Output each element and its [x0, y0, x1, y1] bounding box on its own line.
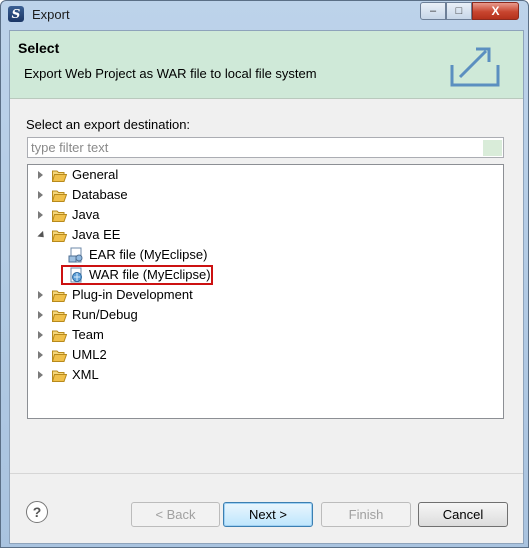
collapsed-arrow-icon[interactable] [38, 171, 43, 179]
tree-item[interactable]: Java EE [28, 225, 498, 245]
footer-divider [10, 473, 523, 474]
folder-icon [51, 168, 68, 182]
folder-icon [51, 288, 68, 302]
destination-tree[interactable]: General Database Java Java EE EAR file (MyEc… [27, 164, 504, 419]
tree-item[interactable]: Plug-in Development [28, 285, 498, 305]
tree-item[interactable]: XML [28, 365, 498, 385]
tree-item-label: Database [72, 187, 128, 202]
collapsed-arrow-icon[interactable] [38, 291, 43, 299]
collapsed-arrow-icon[interactable] [38, 371, 43, 379]
tree-item-label: Java EE [72, 227, 121, 242]
finish-button[interactable]: Finish [321, 502, 411, 527]
folder-icon [51, 208, 68, 222]
destination-label: Select an export destination: [26, 117, 191, 132]
tree-item[interactable]: Java [28, 205, 498, 225]
tree-item-label: Java [72, 207, 100, 222]
tree-item-label: Team [72, 327, 104, 342]
close-button[interactable]: X [472, 2, 519, 20]
collapsed-arrow-icon[interactable] [38, 331, 43, 339]
maximize-button[interactable]: □ [446, 2, 472, 20]
tree-item[interactable]: UML2 [28, 345, 498, 365]
tree-item[interactable]: Database [28, 185, 498, 205]
selection-highlight [61, 265, 213, 285]
page-title: Select [18, 40, 60, 56]
dialog-body: Select Export Web Project as WAR file to… [9, 30, 524, 544]
ear-file-icon [68, 247, 84, 263]
expanded-arrow-icon[interactable] [37, 230, 47, 241]
tree-item-label: Plug-in Development [72, 287, 193, 302]
collapsed-arrow-icon[interactable] [38, 211, 43, 219]
filter-input[interactable] [27, 137, 504, 158]
folder-icon [51, 308, 68, 322]
tree-item[interactable]: Team [28, 325, 498, 345]
help-icon[interactable]: ? [26, 501, 48, 523]
tree-item-label: XML [72, 367, 99, 382]
filter-clear-icon[interactable] [483, 140, 502, 156]
folder-icon [51, 368, 68, 382]
tree-item-child[interactable]: EAR file (MyEclipse) [28, 245, 498, 265]
window-title: Export [32, 7, 70, 22]
folder-icon [51, 188, 68, 202]
folder-icon [51, 228, 68, 242]
tree-item-label: UML2 [72, 347, 107, 362]
wizard-banner: Select Export Web Project as WAR file to… [10, 31, 523, 99]
eclipse-app-icon: S [8, 6, 24, 22]
title-bar[interactable]: S Export – □ X [1, 1, 528, 29]
export-icon [450, 47, 500, 87]
tree-item[interactable]: General [28, 165, 498, 185]
collapsed-arrow-icon[interactable] [38, 311, 43, 319]
tree-item-label: EAR file (MyEclipse) [89, 247, 208, 262]
tree-item-label: Run/Debug [72, 307, 138, 322]
tree-item-label: General [72, 167, 119, 182]
next-button[interactable]: Next > [223, 502, 313, 527]
folder-icon [51, 348, 68, 362]
page-description: Export Web Project as WAR file to local … [24, 66, 317, 81]
minimize-button[interactable]: – [420, 2, 446, 20]
folder-icon [51, 328, 68, 342]
tree-item[interactable]: Run/Debug [28, 305, 498, 325]
back-button[interactable]: < Back [131, 502, 220, 527]
cancel-button[interactable]: Cancel [418, 502, 508, 527]
collapsed-arrow-icon[interactable] [38, 351, 43, 359]
collapsed-arrow-icon[interactable] [38, 191, 43, 199]
export-dialog-window: S Export – □ X Select Export Web Project… [0, 0, 529, 548]
